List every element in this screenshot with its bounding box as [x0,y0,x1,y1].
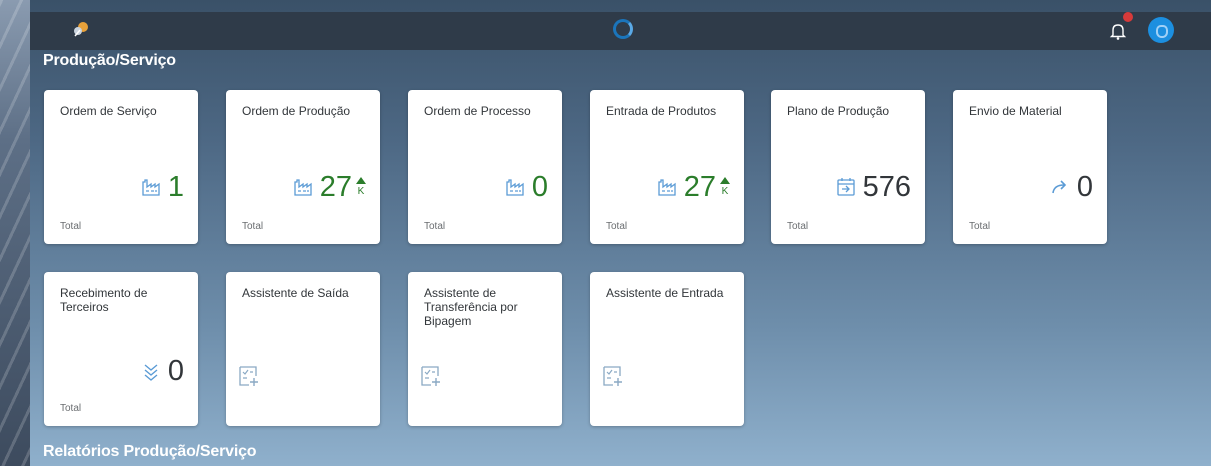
tile-recebimento-de-terceiros[interactable]: Recebimento de Terceiros 0 Total [44,272,198,426]
kpi-scale: K [357,185,365,197]
tile-footer: Total [424,221,446,232]
tile-kpi-value: 576 [862,171,911,203]
trend-up-icon [720,176,730,184]
tile-kpi: 0 [140,354,184,388]
trend-up-icon [356,176,366,184]
tile-assistente-de-saida[interactable]: Assistente de Saída [226,272,380,426]
tile-kpi: 576 [835,170,911,204]
tile-title: Assistente de Transferência por Bipagem [424,286,518,328]
add-activity-icon [421,366,440,386]
double-chevron-down-icon [144,364,158,381]
kpi-scale: K [721,185,729,197]
tile-title: Plano de Produção [787,104,890,118]
tile-kpi-value: 27 [319,171,352,203]
loading-spinner-icon [613,19,633,39]
tile-kpi: 1 [140,170,184,204]
calendar-import-icon [836,178,855,196]
tile-title: Ordem de Serviço [60,104,157,118]
tile-entrada-de-produtos[interactable]: Entrada de Produtos 27 K Total [590,90,744,244]
tile-footer: Total [60,221,82,232]
redo-arrow-icon [1052,180,1066,194]
trend-indicator: K [356,176,366,198]
tile-assistente-de-entrada[interactable]: Assistente de Entrada [590,272,744,426]
tile-assistente-de-transferencia[interactable]: Assistente de Transferência por Bipagem [408,272,562,426]
add-activity-icon [603,366,622,386]
tile-kpi-value: 1 [167,171,184,203]
tile-plano-de-producao[interactable]: Plano de Produção 576 Total [771,90,925,244]
tile-title: Assistente de Saída [242,286,349,300]
tile-ordem-de-servico[interactable]: Ordem de Serviço 1 Total [44,90,198,244]
tile-kpi-value: 0 [1076,171,1093,203]
tile-title: Entrada de Produtos [606,104,717,118]
factory-icon [506,179,524,196]
tile-ordem-de-producao[interactable]: Ordem de Produção 27 K Total [226,90,380,244]
user-avatar-icon[interactable] [1148,17,1174,43]
factory-icon [142,179,160,196]
tile-kpi: 27 K [656,170,730,204]
section-title-producao: Produção/Serviço [43,52,176,69]
tile-kpi-value: 0 [167,355,184,387]
trend-indicator: K [720,176,730,198]
launchpad-shell: Produção/Serviço Ordem de Serviço 1 Tota… [30,0,1211,466]
tile-title: Recebimento de Terceiros [60,286,148,314]
tile-footer: Total [787,221,809,232]
tile-ordem-de-processo[interactable]: Ordem de Processo 0 Total [408,90,562,244]
tile-footer: Total [242,221,264,232]
factory-icon [294,179,312,196]
shell-header [30,12,1211,50]
tile-envio-de-material[interactable]: Envio de Material 0 Total [953,90,1107,244]
bell-icon[interactable] [1108,21,1128,41]
tile-title: Envio de Material [969,104,1062,118]
tile-kpi: 0 [504,170,548,204]
tile-kpi-value: 27 [683,171,716,203]
tile-title: Ordem de Produção [242,104,351,118]
tile-kpi: 27 K [292,170,366,204]
app-logo-icon[interactable] [72,20,90,38]
notification-badge [1123,12,1133,22]
tile-title: Assistente de Entrada [606,286,724,300]
tile-footer: Total [969,221,991,232]
tile-title: Ordem de Processo [424,104,531,118]
tile-footer: Total [60,403,82,414]
tile-kpi: 0 [1049,170,1093,204]
add-activity-icon [239,366,258,386]
factory-icon [658,179,676,196]
section-title-relatorios: Relatórios Produção/Serviço [43,443,257,460]
tile-kpi-value: 0 [531,171,548,203]
tile-footer: Total [606,221,628,232]
